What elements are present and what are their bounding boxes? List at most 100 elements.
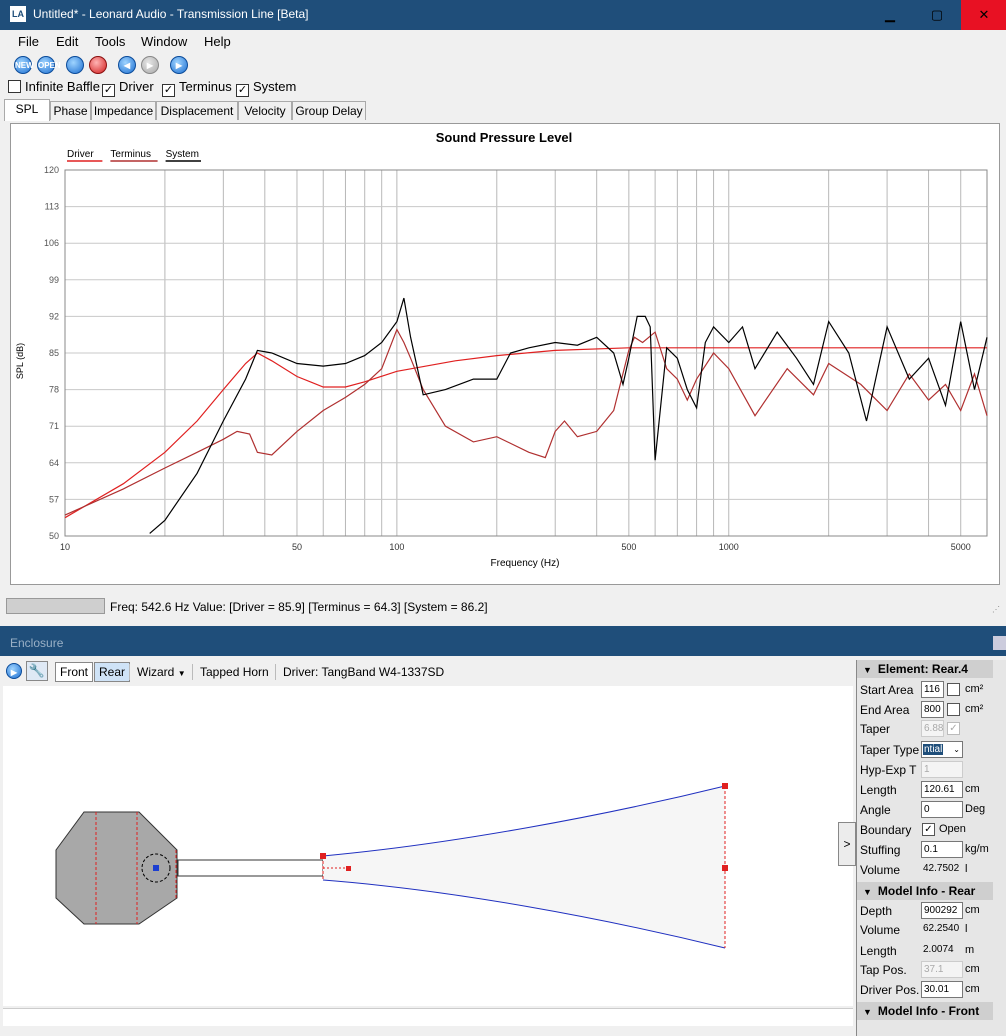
taper-type-select[interactable]: ntial ⌄ bbox=[921, 741, 963, 758]
wizard-label: Wizard bbox=[137, 665, 175, 679]
rear-volume-row: Volume 62.2540 l bbox=[857, 920, 993, 940]
y-tick-label: 99 bbox=[49, 275, 59, 285]
panel-expand-button[interactable]: > bbox=[838, 822, 856, 866]
hyp-exp-input[interactable]: 1 bbox=[921, 761, 963, 778]
properties-scrollbar[interactable] bbox=[993, 660, 1006, 1036]
legend-item-system: System bbox=[166, 149, 199, 160]
driver-handle[interactable] bbox=[153, 865, 159, 871]
title-bar: LA Untitled* - Leonard Audio - Transmiss… bbox=[0, 0, 1006, 30]
boundary-checkbox[interactable]: ✓ bbox=[922, 823, 935, 836]
legend-item-driver: Driver bbox=[67, 149, 94, 160]
taper-checkbox[interactable]: ✓ bbox=[947, 722, 960, 735]
wrench-icon[interactable]: 🔧 bbox=[26, 661, 48, 681]
spl-chart-panel: Sound Pressure Level 50 57 64 71 78 85 92 99 106… bbox=[10, 123, 1000, 585]
driver-pos-row: Driver Pos. 30.01 cm bbox=[857, 980, 993, 1000]
menu-window[interactable]: Window bbox=[141, 34, 187, 49]
system-label: System bbox=[253, 79, 297, 94]
start-area-unit: cm² bbox=[965, 683, 984, 695]
open-icon[interactable]: OPEN bbox=[37, 56, 61, 74]
end-area-input[interactable]: 800 bbox=[921, 701, 944, 718]
front-header-text: Model Info - Front bbox=[877, 1004, 980, 1018]
rear-volume-unit: l bbox=[965, 923, 968, 935]
element-section-header[interactable]: ▼ Element: Rear.4 bbox=[857, 660, 993, 678]
run-icon[interactable]: ▶ bbox=[6, 663, 22, 679]
rear-button[interactable]: Rear bbox=[94, 662, 131, 682]
step-forward-icon[interactable]: ▶ bbox=[141, 56, 159, 74]
tab-impedance[interactable]: Impedance bbox=[91, 101, 156, 120]
play-icon[interactable]: ▶ bbox=[170, 56, 188, 74]
enclosure-hscrollbar[interactable] bbox=[3, 1008, 853, 1026]
start-area-checkbox[interactable] bbox=[947, 683, 960, 696]
mouth-top-handle[interactable] bbox=[722, 783, 728, 789]
y-axis-label: SPL (dB) bbox=[15, 343, 25, 379]
tab-velocity[interactable]: Velocity bbox=[238, 101, 292, 120]
angle-unit: Deg bbox=[965, 803, 986, 815]
menu-tools[interactable]: Tools bbox=[95, 34, 125, 49]
mouth-mid-handle[interactable] bbox=[722, 865, 728, 871]
wizard-dropdown[interactable]: Wizard ▼ bbox=[137, 665, 186, 679]
length-input[interactable]: 120.61 bbox=[921, 781, 963, 798]
tab-spl[interactable]: SPL bbox=[4, 99, 50, 121]
infinite-baffle-option[interactable]: Infinite Baffle bbox=[8, 79, 100, 94]
y-tick-label: 85 bbox=[49, 348, 59, 358]
depth-label: Depth bbox=[860, 904, 893, 918]
tab-phase[interactable]: Phase bbox=[50, 101, 91, 120]
y-tick-label: 106 bbox=[44, 238, 59, 248]
driver-option[interactable]: ✓ Driver bbox=[102, 79, 154, 97]
step-back-icon[interactable]: ◀ bbox=[118, 56, 136, 74]
menu-edit[interactable]: Edit bbox=[56, 34, 78, 49]
chart-series bbox=[64, 297, 988, 534]
rear-duct[interactable] bbox=[177, 859, 324, 877]
new-icon[interactable]: NEW bbox=[14, 56, 34, 74]
chart-tabs: SPL Phase Impedance Displacement Velocit… bbox=[0, 99, 1006, 121]
tab-group-delay[interactable]: Group Delay bbox=[292, 101, 366, 120]
element-volume-unit: l bbox=[965, 863, 968, 875]
taper-input[interactable]: 6.88 bbox=[921, 720, 944, 737]
resize-grip-icon[interactable]: ⋰ bbox=[992, 605, 1002, 615]
driver-checkbox[interactable]: ✓ bbox=[102, 84, 115, 97]
angle-row: Angle 0 Deg bbox=[857, 800, 993, 820]
record-red-icon[interactable] bbox=[89, 56, 107, 74]
enclosure-toolbar: ▶ 🔧 Front Rear Wizard ▼ Tapped Horn Driv… bbox=[0, 658, 856, 684]
front-section-header[interactable]: ▼ Model Info - Front bbox=[857, 1002, 993, 1020]
infinite-baffle-label: Infinite Baffle bbox=[25, 79, 100, 94]
enclosure-canvas[interactable] bbox=[3, 686, 853, 1006]
stuffing-input[interactable]: 0.1 bbox=[921, 841, 963, 858]
main-toolbar: NEW OPEN ◀ ▶ ▶ bbox=[0, 54, 1006, 78]
menu-file[interactable]: File bbox=[18, 34, 39, 49]
close-button[interactable]: ✕ bbox=[961, 0, 1006, 30]
depth-input[interactable]: 900292 bbox=[921, 902, 963, 919]
horn-body[interactable] bbox=[323, 786, 725, 948]
system-checkbox[interactable]: ✓ bbox=[236, 84, 249, 97]
collapse-triangle-icon: ▼ bbox=[863, 1007, 872, 1017]
tap-handle[interactable] bbox=[346, 866, 351, 871]
front-button[interactable]: Front bbox=[55, 662, 94, 682]
x-tick-labels: 10 50 100 500 1000 5000 bbox=[60, 542, 971, 552]
taper-type-label: Taper Type bbox=[860, 743, 920, 757]
driver-pos-label: Driver Pos. bbox=[860, 983, 920, 997]
tab-displacement[interactable]: Displacement bbox=[156, 101, 238, 120]
rear-section-header[interactable]: ▼ Model Info - Rear bbox=[857, 882, 993, 900]
maximize-button[interactable]: ▢ bbox=[914, 0, 960, 30]
start-area-input[interactable]: 116 bbox=[921, 681, 944, 698]
angle-input[interactable]: 0 bbox=[921, 801, 963, 818]
driver-pos-input[interactable]: 30.01 bbox=[921, 981, 963, 998]
end-area-checkbox[interactable] bbox=[947, 703, 960, 716]
infinite-baffle-checkbox[interactable] bbox=[8, 80, 21, 93]
toolbar-separator bbox=[129, 664, 130, 680]
tap-pos-input[interactable]: 37.1 bbox=[921, 961, 963, 978]
terminus-option[interactable]: ✓ Terminus bbox=[162, 79, 232, 97]
y-tick-label: 57 bbox=[49, 494, 59, 504]
menu-help[interactable]: Help bbox=[204, 34, 231, 49]
legend-item-terminus: Terminus bbox=[110, 149, 151, 160]
stuffing-row: Stuffing 0.1 kg/m bbox=[857, 840, 993, 860]
rear-length-row: Length 2.0074 m bbox=[857, 941, 993, 961]
x-tick-label: 100 bbox=[389, 542, 404, 552]
terminus-checkbox[interactable]: ✓ bbox=[162, 84, 175, 97]
record-blue-icon[interactable] bbox=[66, 56, 84, 74]
throat-handle[interactable] bbox=[320, 853, 326, 859]
rear-length-value: 2.0074 bbox=[923, 944, 954, 955]
enclosure-close-icon[interactable] bbox=[993, 636, 1006, 650]
minimize-button[interactable]: ▁ bbox=[867, 0, 913, 30]
system-option[interactable]: ✓ System bbox=[236, 79, 296, 97]
